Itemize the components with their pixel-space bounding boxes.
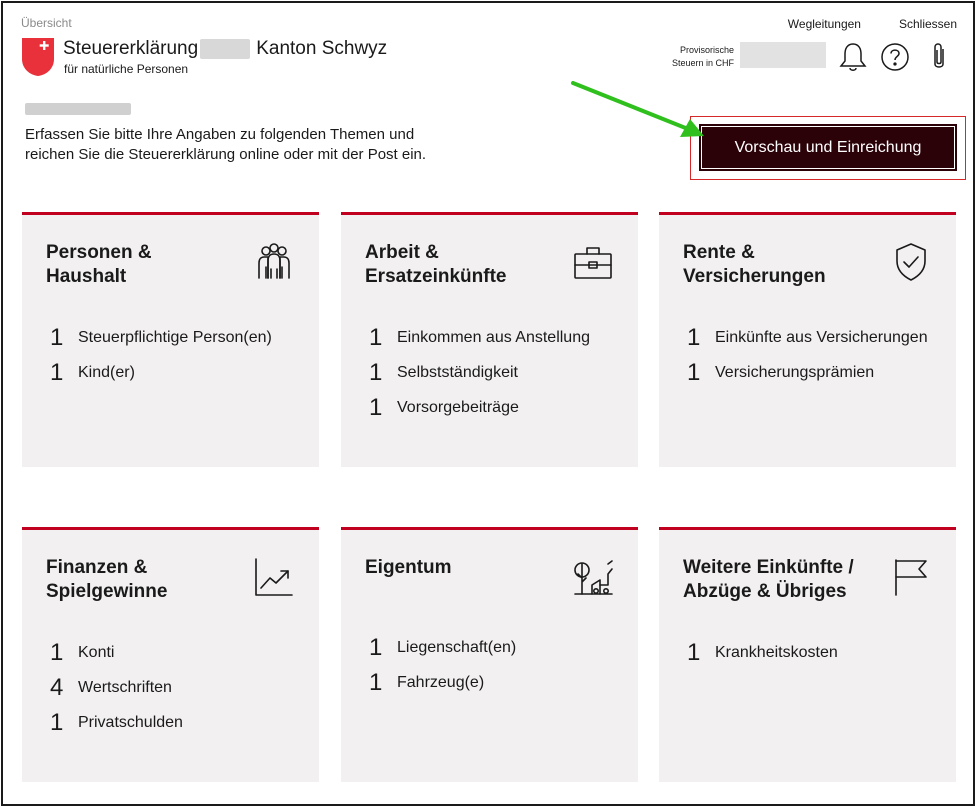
item-label: Einkünfte aus Versicherungen — [715, 328, 928, 346]
flag-icon — [895, 559, 927, 596]
app-title-main: Steuererklärung — [63, 38, 199, 59]
card-title-line1: Rente & — [683, 242, 755, 263]
card-title-line2: Abzüge & Übriges — [683, 581, 847, 602]
canton-crest-icon — [22, 38, 54, 76]
intro-line-2: reichen Sie die Steuererklärung online o… — [25, 146, 427, 163]
card-1[interactable]: Personen & Haushalt 1 Steuerpflichtige Pers… — [22, 212, 319, 467]
item-count: 1 — [687, 358, 701, 386]
close-link[interactable]: Schliessen — [899, 17, 957, 31]
list-item[interactable]: 4 Wertschriften — [50, 670, 183, 705]
card-items: 1 Einkommen aus Anstellung 1 Selbstständigk… — [369, 320, 590, 425]
list-item[interactable]: 1 Privatschulden — [50, 705, 183, 740]
guides-link[interactable]: Wegleitungen — [788, 17, 861, 31]
list-item[interactable]: 1 Selbstständigkeit — [369, 355, 590, 390]
item-label: Steuerpflichtige Person(en) — [78, 328, 272, 346]
item-label: Fahrzeug(e) — [397, 673, 485, 691]
card-title-line2: Haushalt — [46, 266, 127, 287]
item-label: Liegenschaft(en) — [397, 638, 517, 656]
card-items: 1 Krankheitskosten — [687, 635, 838, 670]
list-item[interactable]: 1 Kind(er) — [50, 355, 272, 390]
list-item[interactable]: 1 Fahrzeug(e) — [369, 665, 516, 700]
list-item[interactable]: 1 Krankheitskosten — [687, 635, 838, 670]
help-icon[interactable] — [880, 41, 910, 73]
card-title-line1: Arbeit & — [365, 242, 439, 263]
provisional-tax-label-line1: Provisorische — [679, 45, 734, 55]
list-item[interactable]: 1 Konti — [50, 635, 183, 670]
list-item[interactable]: 1 Vorsorgebeiträge — [369, 390, 590, 425]
people-icon — [258, 243, 290, 279]
app-title: Steuererklärung Kanton Schwyz — [63, 38, 387, 60]
app-title-canton: Kanton Schwyz — [256, 38, 388, 59]
card-5[interactable]: Eigentum 1 Liegenschaft(en) 1 Fahrzeug(e) — [341, 527, 638, 782]
item-count: 1 — [50, 323, 64, 351]
item-label: Kind(er) — [78, 363, 135, 381]
card-title-line1: Personen & — [46, 242, 152, 263]
attachment-icon[interactable] — [924, 41, 954, 73]
list-item[interactable]: 1 Liegenschaft(en) — [369, 630, 516, 665]
app-frame: Übersicht Steuererklärung Kanton Schwyz … — [1, 1, 975, 806]
item-count: 1 — [369, 358, 383, 386]
submit-highlight-box: Vorschau und Einreichung — [690, 116, 966, 180]
user-name-redacted — [25, 103, 131, 115]
card-title-line1: Eigentum — [365, 557, 452, 578]
card-title: Rente & Versicherungen — [683, 241, 873, 289]
item-label: Krankheitskosten — [715, 643, 838, 661]
provisional-tax-label: Provisorische Steuern in CHF — [671, 44, 734, 70]
property-icon — [574, 560, 613, 595]
card-title-line2: Versicherungen — [683, 266, 826, 287]
item-count: 4 — [50, 673, 64, 701]
list-item[interactable]: 1 Versicherungsprämien — [687, 355, 928, 390]
list-item[interactable]: 1 Steuerpflichtige Person(en) — [50, 320, 272, 355]
item-count: 1 — [50, 638, 64, 666]
card-title-line1: Finanzen & — [46, 557, 148, 578]
item-count: 1 — [369, 323, 383, 351]
card-title: Weitere Einkünfte / Abzüge & Übriges — [683, 556, 873, 604]
item-label: Wertschriften — [78, 678, 172, 696]
item-label: Einkommen aus Anstellung — [397, 328, 590, 346]
item-label: Selbstständigkeit — [397, 363, 518, 381]
card-title: Personen & Haushalt — [46, 241, 236, 289]
card-3[interactable]: Rente & Versicherungen 1 Einkünfte aus Vers… — [659, 212, 956, 467]
redacted-year — [200, 39, 251, 59]
card-title-line2: Spielgewinne — [46, 581, 168, 602]
card-6[interactable]: Weitere Einkünfte / Abzüge & Übriges 1 Kran… — [659, 527, 956, 782]
card-items: 1 Liegenschaft(en) 1 Fahrzeug(e) — [369, 630, 516, 700]
item-label: Privatschulden — [78, 713, 183, 731]
green-arrow-annotation — [571, 81, 704, 137]
item-count: 1 — [687, 638, 701, 666]
item-label: Konti — [78, 643, 115, 661]
card-2[interactable]: Arbeit & Ersatzeinkünfte 1 Einkommen aus An… — [341, 212, 638, 467]
card-title-line2: Ersatzeinkünfte — [365, 266, 507, 287]
card-title-line1: Weitere Einkünfte / — [683, 557, 854, 578]
card-title: Eigentum — [365, 556, 555, 580]
shield-check-icon — [896, 243, 926, 281]
item-count: 1 — [687, 323, 701, 351]
list-item[interactable]: 1 Einkünfte aus Versicherungen — [687, 320, 928, 355]
chart-up-icon — [255, 558, 293, 596]
card-items: 1 Steuerpflichtige Person(en) 1 Kind(er) — [50, 320, 272, 390]
provisional-tax-value-redacted — [740, 42, 826, 68]
app-subtitle: für natürliche Personen — [64, 62, 189, 76]
provisional-tax-label-line2: Steuern in CHF — [671, 58, 734, 68]
card-items: 1 Konti 4 Wertschriften 1 Privatschulden — [50, 635, 183, 740]
item-count: 1 — [369, 633, 383, 661]
item-count: 1 — [369, 668, 383, 696]
card-title: Arbeit & Ersatzeinkünfte — [365, 241, 555, 289]
preview-submit-button[interactable]: Vorschau und Einreichung — [699, 124, 957, 171]
card-title: Finanzen & Spielgewinne — [46, 556, 236, 604]
card-items: 1 Einkünfte aus Versicherungen 1 Versicheru… — [687, 320, 928, 390]
overview-link[interactable]: Übersicht — [21, 16, 72, 30]
card-4[interactable]: Finanzen & Spielgewinne 1 Konti 4 Wertschrift… — [22, 527, 319, 782]
bell-icon[interactable] — [838, 41, 868, 73]
briefcase-icon — [574, 247, 612, 279]
intro-line-1: Erfassen Sie bitte Ihre Angaben zu folge… — [25, 126, 415, 143]
item-label: Versicherungsprämien — [715, 363, 875, 381]
item-count: 1 — [50, 358, 64, 386]
top-links: Wegleitungen Schliessen — [788, 17, 957, 31]
item-count: 1 — [369, 393, 383, 421]
item-count: 1 — [50, 708, 64, 736]
intro-text: Erfassen Sie bitte Ihre Angaben zu folge… — [25, 125, 465, 165]
list-item[interactable]: 1 Einkommen aus Anstellung — [369, 320, 590, 355]
item-label: Vorsorgebeiträge — [397, 398, 519, 416]
